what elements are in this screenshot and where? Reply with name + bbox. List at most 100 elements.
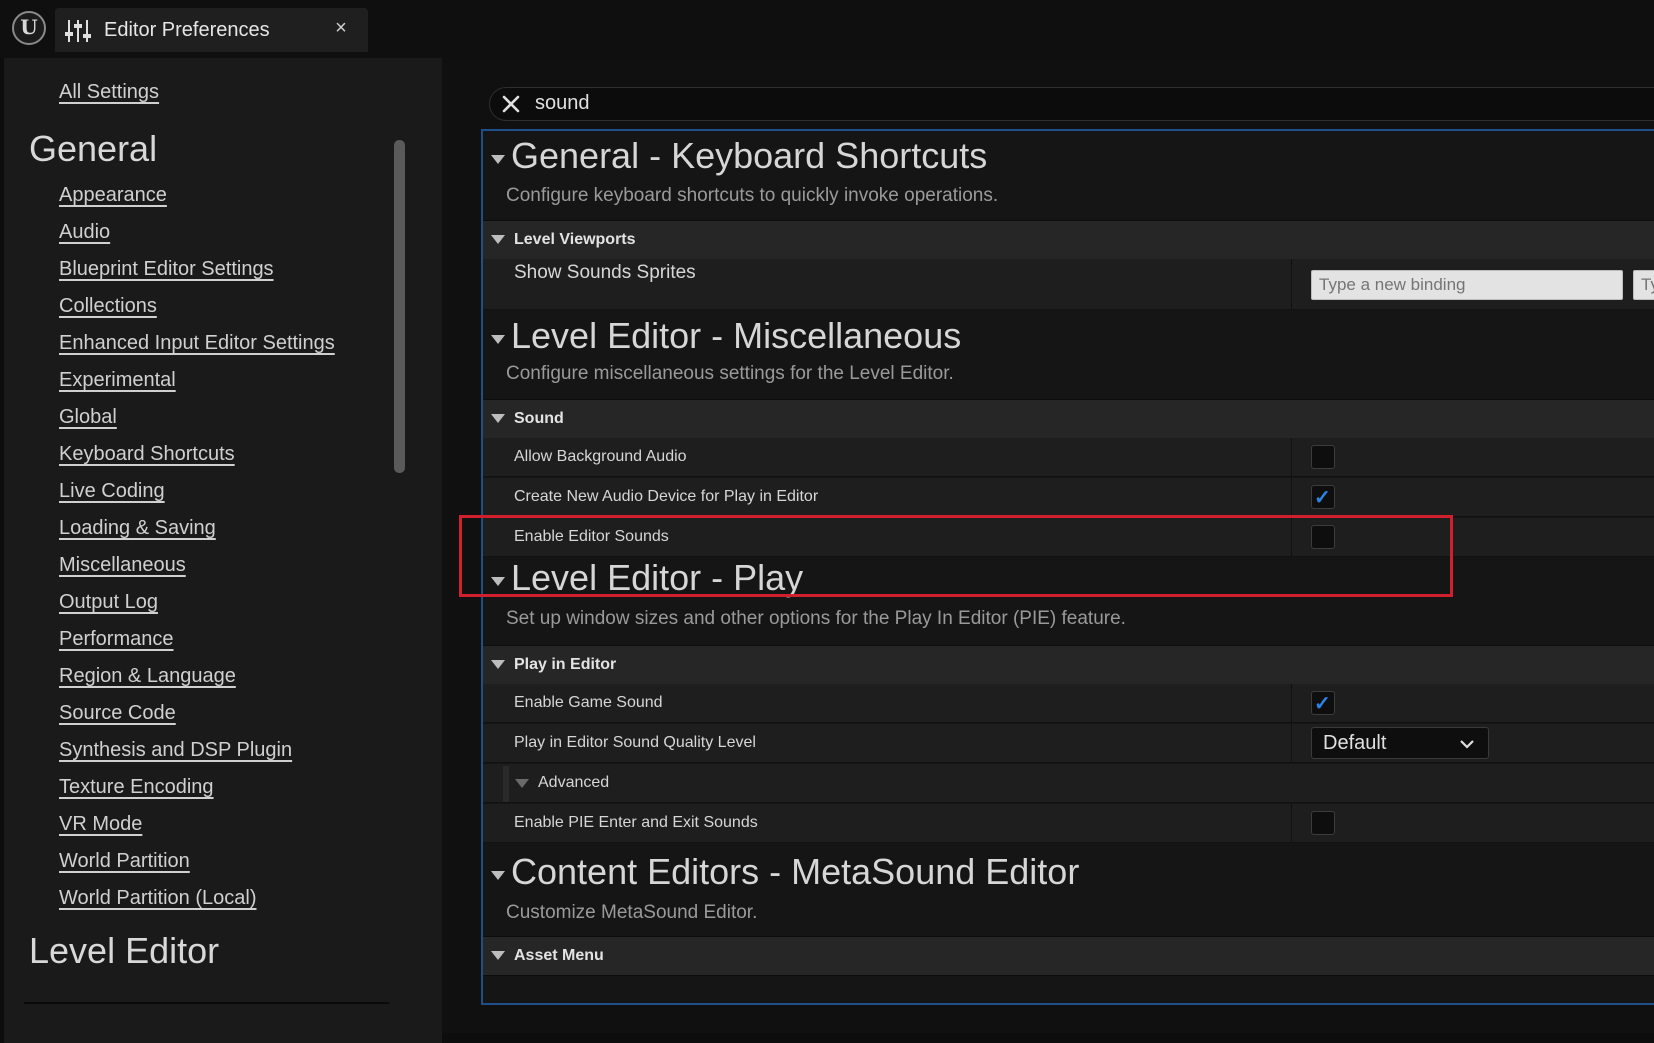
collapse-triangle-icon[interactable] — [491, 335, 505, 344]
details-panel: General - Keyboard Shortcuts Configure k… — [481, 129, 1654, 1005]
checkbox-allow-background-audio[interactable] — [1311, 445, 1335, 469]
tab-editor-preferences[interactable]: Editor Preferences × — [55, 8, 368, 52]
collapse-triangle-icon — [515, 779, 529, 788]
section-description: Set up window sizes and other options fo… — [506, 608, 1126, 629]
sliders-icon — [65, 20, 91, 42]
nav-all-settings[interactable]: All Settings — [59, 81, 159, 104]
column-splitter[interactable] — [1291, 438, 1292, 476]
group-advanced[interactable]: Advanced — [483, 764, 1654, 803]
section-title: General - Keyboard Shortcuts — [511, 135, 988, 176]
property-label: Play in Editor Sound Quality Level — [514, 734, 756, 751]
collapse-triangle-icon — [491, 235, 505, 244]
collapse-triangle-icon[interactable] — [491, 577, 505, 586]
nav-item-world-partition[interactable]: World Partition — [59, 850, 190, 873]
settings-nav: All Settings General Appearance Audio Bl… — [4, 58, 442, 1043]
collapse-triangle-icon — [491, 414, 505, 423]
nav-item-source-code[interactable]: Source Code — [59, 702, 176, 725]
nav-item-world-partition-local[interactable]: World Partition (Local) — [59, 887, 256, 910]
property-allow-background-audio: Allow Background Audio — [483, 438, 1654, 477]
checkbox-create-new-audio-device[interactable]: ✓ — [1311, 485, 1335, 509]
nav-item-vr-mode[interactable]: VR Mode — [59, 813, 142, 836]
category-play-in-editor[interactable]: Play in Editor — [483, 645, 1654, 685]
nav-item-appearance[interactable]: Appearance — [59, 184, 167, 207]
nav-item-miscellaneous[interactable]: Miscellaneous — [59, 554, 186, 577]
property-label: Show Sounds Sprites — [514, 262, 696, 283]
unreal-logo-glyph: U — [20, 15, 38, 39]
close-icon[interactable]: × — [331, 17, 351, 39]
property-label: Enable PIE Enter and Exit Sounds — [514, 814, 758, 831]
property-show-sounds-sprites: Show Sounds Sprites — [483, 259, 1654, 310]
nav-item-audio[interactable]: Audio — [59, 221, 110, 244]
category-label: Sound — [514, 410, 564, 427]
section-description: Customize MetaSound Editor. — [506, 902, 758, 923]
collapse-triangle-icon — [491, 660, 505, 669]
nav-item-live-coding[interactable]: Live Coding — [59, 480, 165, 503]
dropdown-value: Default — [1323, 732, 1387, 754]
nav-item-blueprint-editor-settings[interactable]: Blueprint Editor Settings — [59, 258, 274, 281]
title-bar: U Editor Preferences × — [0, 0, 1654, 58]
nav-item-region-language[interactable]: Region & Language — [59, 665, 236, 688]
column-splitter[interactable] — [1291, 724, 1292, 762]
nav-scrollbar[interactable] — [394, 140, 405, 473]
tab-title: Editor Preferences — [104, 19, 270, 41]
nav-item-experimental[interactable]: Experimental — [59, 369, 176, 392]
nav-item-output-log[interactable]: Output Log — [59, 591, 158, 614]
property-sound-quality-level: Play in Editor Sound Quality Level Defau… — [483, 724, 1654, 763]
nav-item-texture-encoding[interactable]: Texture Encoding — [59, 776, 214, 799]
section-level-editor-play: Level Editor - Play Set up window sizes … — [483, 557, 1654, 645]
checkmark-icon: ✓ — [1314, 693, 1331, 715]
section-description: Configure keyboard shortcuts to quickly … — [506, 185, 999, 206]
indent-bar — [503, 766, 509, 802]
section-title: Level Editor - Miscellaneous — [511, 315, 962, 356]
collapse-triangle-icon — [491, 951, 505, 960]
category-label: Asset Menu — [514, 947, 604, 964]
nav-divider — [24, 1002, 389, 1004]
checkbox-enable-pie-enter-exit-sounds[interactable] — [1311, 811, 1335, 835]
property-create-new-audio-device: Create New Audio Device for Play in Edit… — [483, 478, 1654, 517]
category-label: Level Viewports — [514, 231, 636, 248]
column-splitter[interactable] — [1291, 684, 1292, 722]
group-label: Advanced — [538, 774, 610, 791]
collapse-triangle-icon[interactable] — [491, 871, 505, 880]
collapse-triangle-icon[interactable] — [491, 155, 505, 164]
binding-input-2[interactable] — [1633, 270, 1654, 300]
search-input[interactable] — [535, 90, 1635, 116]
sound-quality-dropdown[interactable]: Default — [1311, 727, 1489, 759]
binding-input[interactable] — [1311, 270, 1623, 300]
section-title: Content Editors - MetaSound Editor — [511, 851, 1080, 892]
checkmark-icon: ✓ — [1314, 487, 1331, 509]
property-enable-game-sound: Enable Game Sound ✓ — [483, 684, 1654, 723]
nav-item-enhanced-input[interactable]: Enhanced Input Editor Settings — [59, 332, 335, 355]
nav-item-global[interactable]: Global — [59, 406, 117, 429]
property-label: Create New Audio Device for Play in Edit… — [514, 488, 819, 505]
category-sound[interactable]: Sound — [483, 399, 1654, 439]
column-splitter[interactable] — [1291, 518, 1292, 556]
unreal-logo-icon[interactable]: U — [12, 11, 46, 45]
clear-search-icon[interactable] — [498, 91, 524, 117]
nav-category-general: General — [29, 128, 158, 169]
category-level-viewports[interactable]: Level Viewports — [483, 220, 1654, 260]
section-keyboard-shortcuts: General - Keyboard Shortcuts Configure k… — [483, 131, 1654, 217]
checkbox-enable-game-sound[interactable]: ✓ — [1311, 691, 1335, 715]
section-metasound-editor: Content Editors - MetaSound Editor Custo… — [483, 843, 1654, 933]
category-asset-menu[interactable]: Asset Menu — [483, 936, 1654, 976]
nav-item-loading-saving[interactable]: Loading & Saving — [59, 517, 216, 540]
nav-item-performance[interactable]: Performance — [59, 628, 174, 651]
nav-item-keyboard-shortcuts[interactable]: Keyboard Shortcuts — [59, 443, 235, 466]
column-splitter[interactable] — [1291, 259, 1292, 309]
nav-item-synthesis-dsp[interactable]: Synthesis and DSP Plugin — [59, 739, 292, 762]
property-label: Enable Game Sound — [514, 694, 663, 711]
nav-item-collections[interactable]: Collections — [59, 295, 157, 318]
property-enable-pie-enter-exit-sounds: Enable PIE Enter and Exit Sounds — [483, 804, 1654, 843]
nav-category-level-editor: Level Editor — [29, 930, 220, 971]
section-description: Configure miscellaneous settings for the… — [506, 363, 954, 384]
column-splitter[interactable] — [1291, 478, 1292, 516]
property-label: Allow Background Audio — [514, 448, 687, 465]
checkbox-enable-editor-sounds[interactable] — [1311, 525, 1335, 549]
category-label: Play in Editor — [514, 656, 617, 673]
property-enable-editor-sounds: Enable Editor Sounds — [483, 518, 1654, 557]
column-splitter[interactable] — [1291, 804, 1292, 842]
chevron-down-icon — [1460, 740, 1474, 749]
property-label: Enable Editor Sounds — [514, 528, 669, 545]
section-level-editor-miscellaneous: Level Editor - Miscellaneous Configure m… — [483, 309, 1654, 397]
